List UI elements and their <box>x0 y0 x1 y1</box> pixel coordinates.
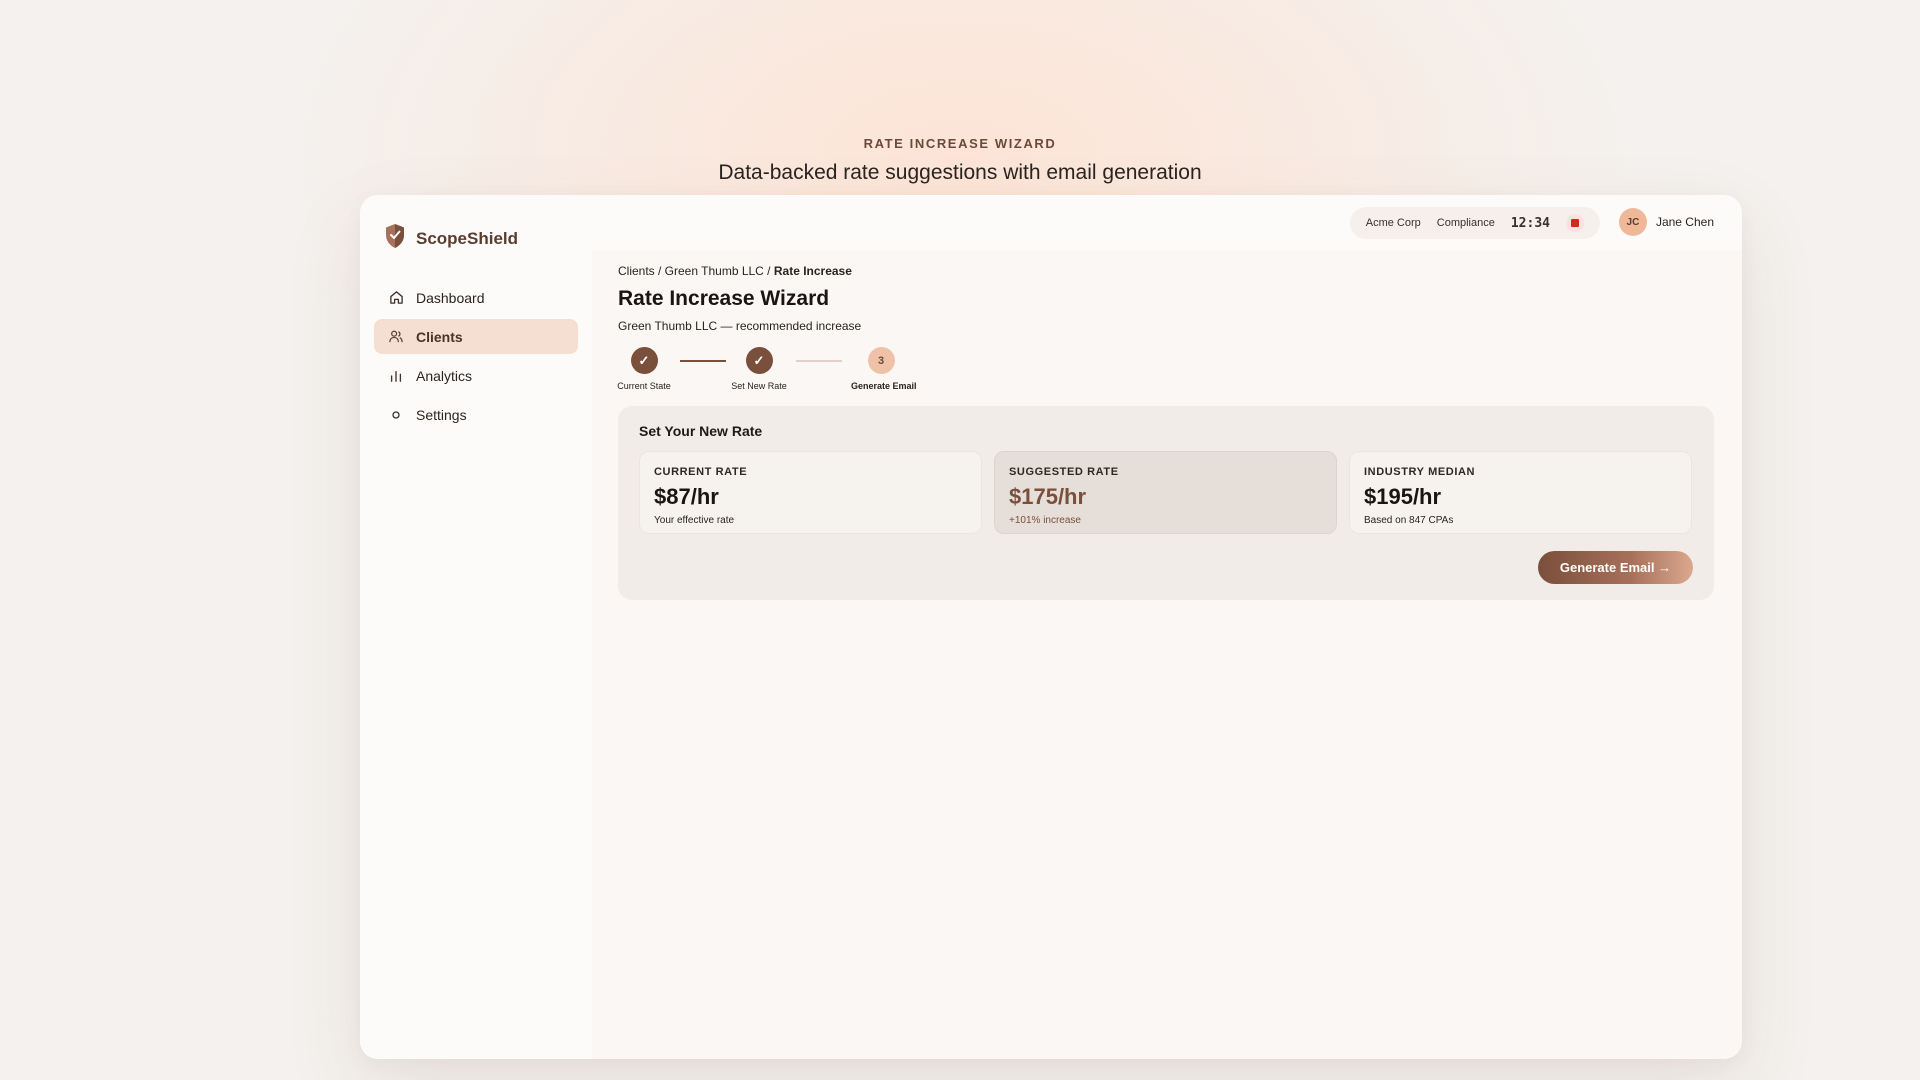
topbar: Acme Corp Compliance 12:34 JC Jane Chen <box>592 195 1742 250</box>
step-number: 3 <box>867 347 895 374</box>
sidebar-item-label: Dashboard <box>416 289 485 306</box>
card-value: $87/hr <box>654 484 719 509</box>
suggested-rate-card[interactable]: SUGGESTED RATE $175/hr +101% increase <box>994 451 1337 534</box>
card-label: SUGGESTED RATE <box>1009 466 1119 478</box>
card-value: $175/hr <box>1009 484 1087 509</box>
hero-title: Data-backed rate suggestions with email … <box>718 161 1202 184</box>
step-current-state[interactable]: ✓ Current State <box>614 347 674 391</box>
sidebar-item-settings[interactable]: Settings <box>374 397 578 432</box>
avatar: JC <box>1618 208 1647 236</box>
sidebar: ScopeShield Dashboard Clients Analytics <box>360 195 592 1059</box>
wizard-stepper: ✓ Current State ✓ Set New Rate 3 Generat… <box>617 347 1714 393</box>
card-note: +101% increase <box>1009 515 1081 526</box>
stop-button[interactable] <box>1566 214 1584 232</box>
users-icon <box>388 329 404 345</box>
industry-median-card: INDUSTRY MEDIAN $195/hr Based on 847 CPA… <box>1349 451 1692 534</box>
main-content: Clients / Green Thumb LLC / Rate Increas… <box>592 250 1742 1059</box>
hero: RATE INCREASE WIZARD Data-backed rate su… <box>0 136 1920 185</box>
org-name: Acme Corp <box>1365 217 1421 229</box>
mode-label: Compliance <box>1436 217 1495 229</box>
card-value: $195/hr <box>1364 484 1442 509</box>
hero-eyebrow: RATE INCREASE WIZARD <box>863 136 1057 151</box>
step-generate-email[interactable]: 3 Generate Email <box>851 347 917 391</box>
step-label: Set New Rate <box>731 381 787 391</box>
rate-cards: CURRENT RATE $87/hr Your effective rate … <box>639 451 1693 534</box>
page-subtitle: Green Thumb LLC — recommended increase <box>618 319 862 333</box>
breadcrumb-current: Rate Increase <box>773 264 852 278</box>
session-status: Acme Corp Compliance 12:34 <box>1349 207 1600 239</box>
sidebar-item-dashboard[interactable]: Dashboard <box>374 280 578 315</box>
user-menu[interactable]: JC Jane Chen <box>1618 208 1714 236</box>
brand[interactable]: ScopeShield <box>384 223 518 254</box>
check-icon: ✓ <box>745 347 773 374</box>
step-connector <box>796 360 842 362</box>
gear-icon <box>388 407 404 423</box>
stop-icon <box>1571 219 1579 227</box>
sidebar-item-label: Analytics <box>416 367 473 384</box>
rate-panel: Set Your New Rate CURRENT RATE $87/hr Yo… <box>618 406 1714 600</box>
sidebar-nav: Dashboard Clients Analytics Settings <box>374 280 578 436</box>
brand-name: ScopeShield <box>416 228 519 248</box>
sidebar-item-label: Clients <box>416 328 463 345</box>
card-note: Your effective rate <box>654 515 735 526</box>
step-label: Generate Email <box>851 381 917 391</box>
page-title: Rate Increase Wizard <box>618 287 830 310</box>
sidebar-item-analytics[interactable]: Analytics <box>374 358 578 393</box>
card-label: INDUSTRY MEDIAN <box>1364 466 1476 478</box>
user-name: Jane Chen <box>1655 215 1714 229</box>
generate-email-button[interactable]: Generate Email → <box>1538 551 1693 584</box>
step-set-new-rate[interactable]: ✓ Set New Rate <box>729 347 789 391</box>
card-label: CURRENT RATE <box>654 466 748 478</box>
breadcrumb-path[interactable]: Clients / Green Thumb LLC / <box>618 264 774 278</box>
card-note: Based on 847 CPAs <box>1364 515 1454 526</box>
sidebar-item-label: Settings <box>416 406 467 423</box>
current-rate-card: CURRENT RATE $87/hr Your effective rate <box>639 451 982 534</box>
check-icon: ✓ <box>630 347 658 374</box>
home-icon <box>388 290 404 306</box>
session-timer: 12:34 <box>1510 215 1550 231</box>
bar-chart-icon <box>388 368 404 384</box>
sidebar-item-clients[interactable]: Clients <box>374 319 578 354</box>
step-connector <box>680 360 726 362</box>
step-label: Current State <box>617 381 671 391</box>
app-window: ScopeShield Dashboard Clients Analytics <box>360 195 1742 1059</box>
panel-title: Set Your New Rate <box>639 423 763 439</box>
breadcrumb: Clients / Green Thumb LLC / Rate Increas… <box>618 264 1714 278</box>
shield-icon <box>384 223 406 254</box>
